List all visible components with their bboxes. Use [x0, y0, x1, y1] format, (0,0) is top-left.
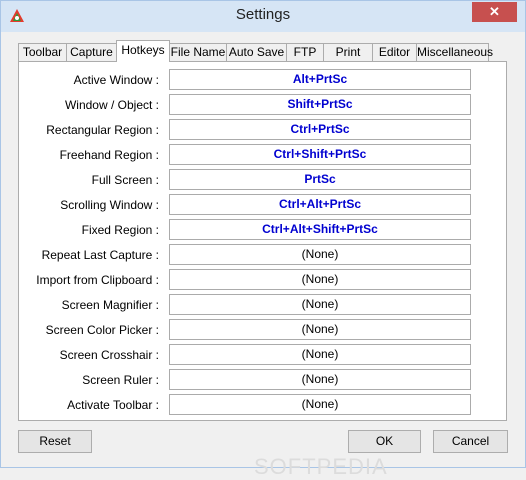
- hotkey-field-activate-toolbar[interactable]: (None): [169, 394, 471, 415]
- hotkey-row-screen-color-picker: Screen Color Picker : (None): [19, 319, 508, 341]
- close-icon: ✕: [489, 4, 500, 19]
- hotkey-field-scrolling-window[interactable]: Ctrl+Alt+PrtSc: [169, 194, 471, 215]
- hotkey-row-freehand-region: Freehand Region : Ctrl+Shift+PrtSc: [19, 144, 508, 166]
- settings-window: Settings ✕ Toolbar Capture Hotkeys File …: [0, 0, 526, 479]
- hotkey-label: Window / Object :: [64, 98, 159, 112]
- ok-button[interactable]: OK: [348, 430, 421, 453]
- hotkey-row-active-window: Active Window : Alt+PrtSc: [19, 69, 508, 91]
- tab-print[interactable]: Print: [323, 43, 373, 61]
- tab-file-name[interactable]: File Name: [169, 43, 227, 61]
- hotkey-field-screen-color-picker[interactable]: (None): [169, 319, 471, 340]
- hotkey-label: Rectangular Region :: [46, 123, 159, 137]
- hotkey-row-rectangular-region: Rectangular Region : Ctrl+PrtSc: [19, 119, 508, 141]
- hotkey-row-activate-toolbar: Activate Toolbar : (None): [19, 394, 508, 416]
- hotkey-label: Repeat Last Capture :: [41, 248, 159, 262]
- hotkey-label: Import from Clipboard :: [36, 273, 159, 287]
- title-bar[interactable]: Settings ✕: [1, 1, 525, 32]
- window-title: Settings: [235, 6, 291, 23]
- hotkey-row-scrolling-window: Scrolling Window : Ctrl+Alt+PrtSc: [19, 194, 508, 216]
- hotkey-field-window-object[interactable]: Shift+PrtSc: [169, 94, 471, 115]
- hotkey-row-screen-ruler: Screen Ruler : (None): [19, 369, 508, 391]
- tab-toolbar[interactable]: Toolbar: [18, 43, 67, 61]
- hotkey-label: Screen Ruler :: [82, 373, 159, 387]
- hotkey-row-fixed-region: Fixed Region : Ctrl+Alt+Shift+PrtSc: [19, 219, 508, 241]
- hotkey-field-screen-crosshair[interactable]: (None): [169, 344, 471, 365]
- tab-editor[interactable]: Editor: [372, 43, 417, 61]
- hotkey-label: Scrolling Window :: [60, 198, 159, 212]
- hotkey-row-screen-crosshair: Screen Crosshair : (None): [19, 344, 508, 366]
- hotkey-field-fixed-region[interactable]: Ctrl+Alt+Shift+PrtSc: [169, 219, 471, 240]
- hotkeys-panel: SOFTPEDIA Active Window : Alt+PrtSc Wind…: [18, 61, 508, 479]
- tab-miscellaneous[interactable]: Miscellaneous: [416, 43, 493, 61]
- close-button[interactable]: ✕: [472, 2, 517, 22]
- hotkey-field-screen-ruler[interactable]: (None): [169, 369, 471, 390]
- tab-ftp[interactable]: FTP: [286, 43, 324, 61]
- hotkey-field-screen-magnifier[interactable]: (None): [169, 294, 471, 315]
- hotkey-label: Active Window :: [73, 73, 159, 87]
- hotkey-label: Freehand Region :: [59, 148, 159, 162]
- cancel-button[interactable]: Cancel: [433, 430, 508, 453]
- reset-button[interactable]: Reset: [18, 430, 92, 453]
- hotkey-row-screen-magnifier: Screen Magnifier : (None): [19, 294, 508, 316]
- hotkey-field-import-from-clipboard[interactable]: (None): [169, 269, 471, 290]
- hotkey-label: Activate Toolbar :: [67, 398, 159, 412]
- hotkey-field-full-screen[interactable]: PrtSc: [169, 169, 471, 190]
- hotkey-field-rectangular-region[interactable]: Ctrl+PrtSc: [169, 119, 471, 140]
- hotkey-label: Screen Magnifier :: [61, 298, 159, 312]
- hotkey-row-full-screen: Full Screen : PrtSc: [19, 169, 508, 191]
- hotkey-label: Fixed Region :: [81, 223, 159, 237]
- tab-auto-save[interactable]: Auto Save: [226, 43, 287, 61]
- hotkey-field-active-window[interactable]: Alt+PrtSc: [169, 69, 471, 90]
- hotkey-label: Full Screen :: [91, 173, 159, 187]
- hotkey-field-repeat-last-capture[interactable]: (None): [169, 244, 471, 265]
- tab-hotkeys[interactable]: Hotkeys: [116, 40, 170, 62]
- hotkey-row-import-from-clipboard: Import from Clipboard : (None): [19, 269, 508, 291]
- hotkey-label: Screen Color Picker :: [45, 323, 159, 337]
- watermark: SOFTPEDIA: [254, 454, 388, 479]
- hotkey-field-freehand-region[interactable]: Ctrl+Shift+PrtSc: [169, 144, 471, 165]
- hotkey-row-window-object: Window / Object : Shift+PrtSc: [19, 94, 508, 116]
- hotkey-label: Screen Crosshair :: [59, 348, 159, 362]
- hotkey-row-repeat-last-capture: Repeat Last Capture : (None): [19, 244, 508, 266]
- tab-capture[interactable]: Capture: [66, 43, 117, 61]
